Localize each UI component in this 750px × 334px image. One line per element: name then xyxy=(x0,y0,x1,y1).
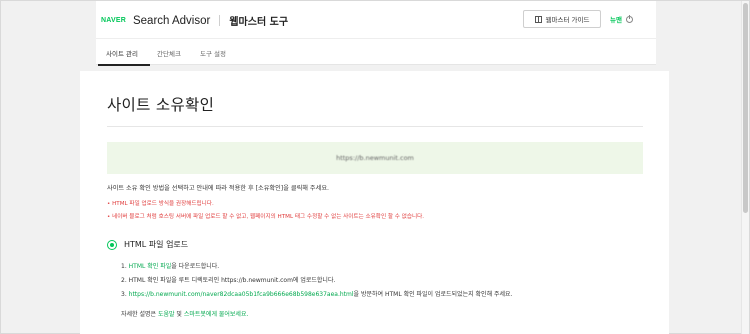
help-link[interactable]: 도움말 xyxy=(158,311,175,318)
logout-button[interactable]: 뉴맨 xyxy=(610,14,633,24)
verify-file-link[interactable]: https://b.newmunit.com/naver82dcaa05b1fc… xyxy=(129,291,354,298)
site-url-box: https://b.newmunit.com xyxy=(107,142,643,174)
power-icon xyxy=(625,14,633,23)
more-mid: 및 xyxy=(174,311,184,318)
more-prefix: 자세한 설명은 xyxy=(121,311,158,318)
tab-site-management[interactable]: 사이트 관리 xyxy=(106,48,138,58)
ownership-card: 사이트 소유확인 https://b.newmunit.com 사이트 소유 확… xyxy=(80,71,669,334)
step-3-suffix: 을 방문하여 HTML 확인 파일이 업로드되었는지 확인해 주세요. xyxy=(353,291,513,298)
step-1-suffix: 을 다운로드합니다. xyxy=(171,263,220,270)
smartbot-link[interactable]: 스마트봇에게 물어보세요. xyxy=(184,311,249,318)
page-title: 사이트 소유확인 xyxy=(107,96,215,114)
step-1-prefix: 1. xyxy=(121,263,129,270)
active-tab-indicator xyxy=(98,64,150,66)
method-label: HTML 파일 업로드 xyxy=(124,240,189,249)
webmaster-guide-button[interactable]: 웹마스터 가이드 xyxy=(523,10,601,28)
step-3-prefix: 3. xyxy=(121,291,129,298)
more-info: 자세한 설명은 도움말 및 스마트봇에게 물어보세요. xyxy=(121,309,248,318)
title-divider xyxy=(107,126,643,127)
tool-title: 웹마스터 도구 xyxy=(229,17,289,28)
note-warning: • 네이버 블로그 처럼 호스팅 서버에 파일 업로드 할 수 없고, 웹페이지… xyxy=(107,214,425,220)
tab-simple-check[interactable]: 간단체크 xyxy=(157,48,181,58)
product-name: Search Advisor xyxy=(132,14,211,27)
note-recommend: • HTML 파일 업로드 방식을 권장해드립니다. xyxy=(107,201,214,207)
guide-button-label: 웹마스터 가이드 xyxy=(545,16,590,24)
step-1: 1. HTML 확인 파일을 다운로드합니다. xyxy=(121,261,219,270)
scrollbar[interactable] xyxy=(741,1,749,334)
method-html-upload[interactable]: HTML 파일 업로드 xyxy=(107,239,188,250)
description: 사이트 소유 확인 방법을 선택하고 안내에 따라 적용한 후 [소유확인]을 … xyxy=(107,185,329,192)
scroll-thumb[interactable] xyxy=(743,3,748,213)
user-name: 뉴맨 xyxy=(610,16,622,24)
step-3: 3. https://b.newmunit.com/naver82dcaa05b… xyxy=(121,289,512,298)
book-icon xyxy=(534,15,542,23)
tab-bar: 사이트 관리 간단체크 도구 설정 xyxy=(96,38,656,66)
naver-logo: NAVER xyxy=(101,17,126,24)
site-url: https://b.newmunit.com xyxy=(336,154,414,162)
brand[interactable]: NAVER Search Advisor 웹마스터 도구 xyxy=(101,13,289,29)
header-divider xyxy=(219,15,221,26)
radio-selected-icon[interactable] xyxy=(107,239,117,250)
download-html-file-link[interactable]: HTML 확인 파일 xyxy=(129,263,172,270)
top-header: NAVER Search Advisor 웹마스터 도구 웹마스터 가이드 뉴맨 xyxy=(96,1,656,38)
tab-tool-settings[interactable]: 도구 설정 xyxy=(200,48,226,58)
step-2: 2. HTML 확인 파일을 루트 디렉토리인 https://b.newmun… xyxy=(121,277,336,284)
browser-frame: NAVER Search Advisor 웹마스터 도구 웹마스터 가이드 뉴맨… xyxy=(0,0,750,334)
